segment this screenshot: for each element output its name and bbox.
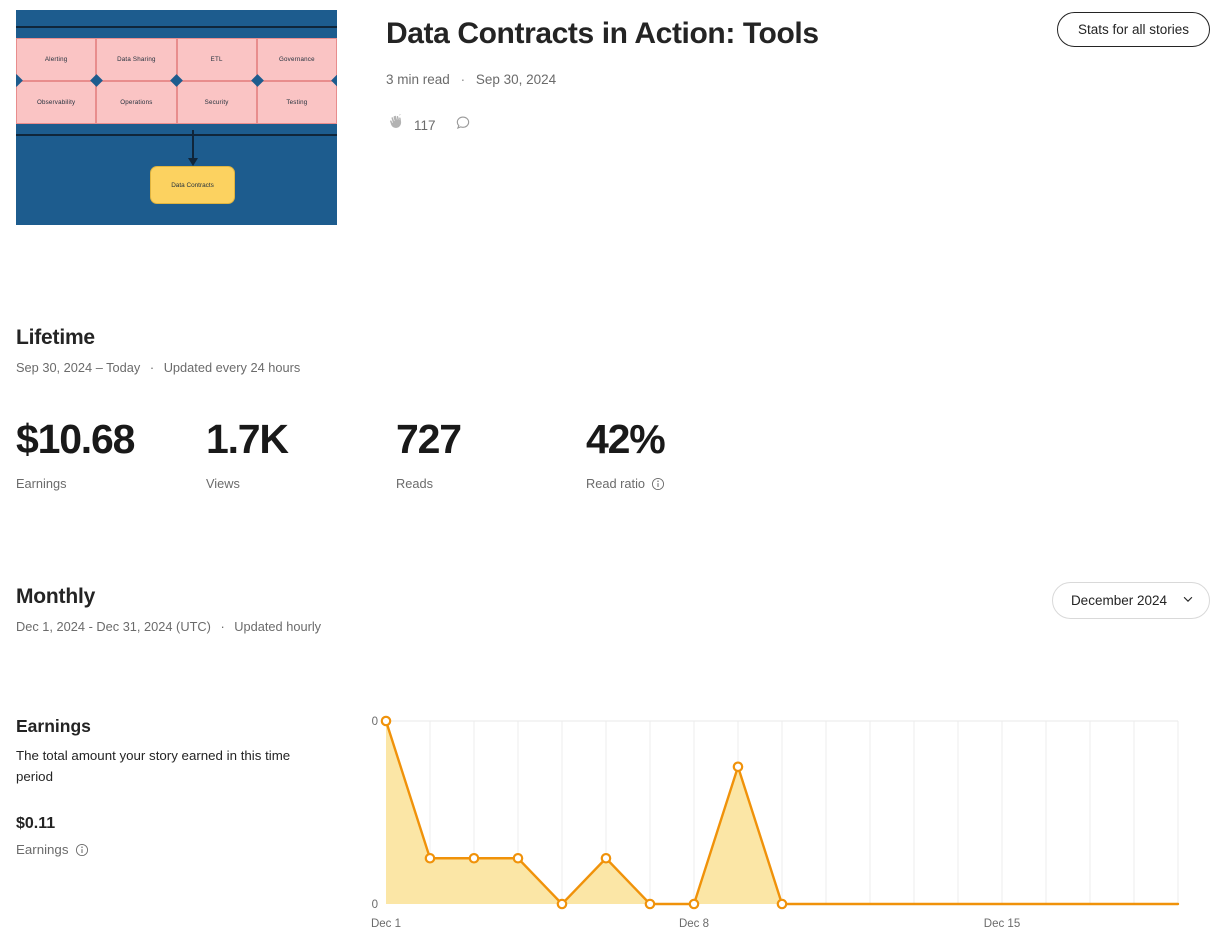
stat-label-wrap: Reads (396, 476, 586, 491)
read-time: 3 min read (386, 72, 450, 87)
stat-value: 1.7K (206, 418, 396, 461)
lifetime-heading: Lifetime (16, 326, 95, 350)
stat-value: $10.68 (16, 418, 206, 461)
comment-bubble-icon (454, 114, 473, 136)
thumb-data-contracts-box: Data Contracts (150, 166, 235, 204)
lifetime-stats-row: $10.68 Earnings 1.7K Views 727 Reads 42%… (16, 418, 776, 491)
info-icon[interactable] (75, 843, 89, 857)
comments-item[interactable] (454, 114, 473, 136)
lifetime-separator: · (150, 360, 154, 375)
lifetime-updated: Updated every 24 hours (164, 360, 301, 375)
engagement-row: 117 (386, 114, 473, 136)
thumb-arrow-icon (192, 130, 194, 160)
info-icon[interactable] (651, 477, 665, 491)
stats-for-all-stories-button[interactable]: Stats for all stories (1057, 12, 1210, 47)
monthly-range: Dec 1, 2024 - Dec 31, 2024 (UTC) (16, 619, 211, 634)
chevron-down-icon (1181, 592, 1195, 609)
monthly-subheading: Dec 1, 2024 - Dec 31, 2024 (UTC) · Updat… (16, 619, 321, 634)
x-axis-tick-label: Dec 15 (984, 918, 1020, 930)
story-stats-page: Alerting Data Sharing ETL Governance Obs… (0, 0, 1230, 930)
thumb-cell: Observability (16, 81, 96, 124)
stat-label-wrap: Read ratio (586, 476, 776, 491)
lifetime-range: Sep 30, 2024 – Today (16, 360, 140, 375)
story-meta: 3 min read · Sep 30, 2024 (386, 72, 556, 87)
monthly-separator: · (220, 619, 224, 634)
thumb-cell: Governance (257, 38, 337, 81)
thumb-cell: ETL (177, 38, 257, 81)
chart-data-point[interactable] (690, 900, 698, 908)
thumb-divider-top (16, 26, 337, 28)
thumb-cell: Data Sharing (96, 38, 176, 81)
earnings-panel-amount: $0.11 (16, 815, 55, 833)
stat-earnings: $10.68 Earnings (16, 418, 206, 491)
stat-label: Views (206, 476, 240, 491)
chart-data-point[interactable] (514, 854, 522, 862)
y-axis-top-label: 0 (372, 716, 378, 728)
earnings-chart-svg: 0 0 Dec 1 Dec 8 Dec 15 (366, 712, 1186, 930)
x-axis-tick-label: Dec 1 (371, 918, 401, 930)
stat-value: 727 (396, 418, 586, 461)
page-title: Data Contracts in Action: Tools (386, 16, 819, 52)
stat-reads: 727 Reads (396, 418, 586, 491)
stat-label: Read ratio (586, 476, 645, 491)
thumb-cell: Operations (96, 81, 176, 124)
claps-item[interactable]: 117 (386, 114, 436, 136)
earnings-panel-description: The total amount your story earned in th… (16, 746, 301, 787)
chart-data-point[interactable] (382, 717, 390, 725)
lifetime-subheading: Sep 30, 2024 – Today · Updated every 24 … (16, 360, 300, 375)
stat-label: Earnings (16, 476, 67, 491)
thumb-cell: Alerting (16, 38, 96, 81)
month-selector-value: December 2024 (1071, 593, 1167, 608)
month-selector-dropdown[interactable]: December 2024 (1052, 582, 1210, 619)
chart-data-point[interactable] (778, 900, 786, 908)
monthly-heading: Monthly (16, 585, 95, 609)
stat-label: Reads (396, 476, 433, 491)
earnings-area-chart[interactable]: 0 0 Dec 1 Dec 8 Dec 15 (366, 712, 1186, 930)
chart-data-point[interactable] (602, 854, 610, 862)
meta-separator: · (461, 72, 466, 87)
x-axis-tick-label: Dec 8 (679, 918, 709, 930)
story-thumbnail[interactable]: Alerting Data Sharing ETL Governance Obs… (16, 10, 337, 225)
stat-views: 1.7K Views (206, 418, 396, 491)
y-axis-bottom-label: 0 (372, 899, 378, 911)
chart-data-point[interactable] (426, 854, 434, 862)
thumb-cell: Testing (257, 81, 337, 124)
clap-count: 117 (414, 118, 436, 133)
chart-data-point[interactable] (470, 854, 478, 862)
earnings-panel-amount-label: Earnings (16, 842, 68, 857)
thumb-cell: Security (177, 81, 257, 124)
stat-label-wrap: Earnings (16, 476, 206, 491)
chart-data-point[interactable] (558, 900, 566, 908)
publish-date: Sep 30, 2024 (476, 72, 556, 87)
earnings-panel-title: Earnings (16, 716, 91, 737)
stat-value: 42% (586, 418, 776, 461)
earnings-panel-amount-label-wrap: Earnings (16, 842, 89, 857)
chart-data-point[interactable] (646, 900, 654, 908)
chart-data-point[interactable] (734, 763, 742, 771)
clap-icon (386, 114, 405, 136)
thumb-divider-bottom (16, 134, 337, 136)
monthly-updated: Updated hourly (234, 619, 321, 634)
stat-read-ratio: 42% Read ratio (586, 418, 776, 491)
stat-label-wrap: Views (206, 476, 396, 491)
